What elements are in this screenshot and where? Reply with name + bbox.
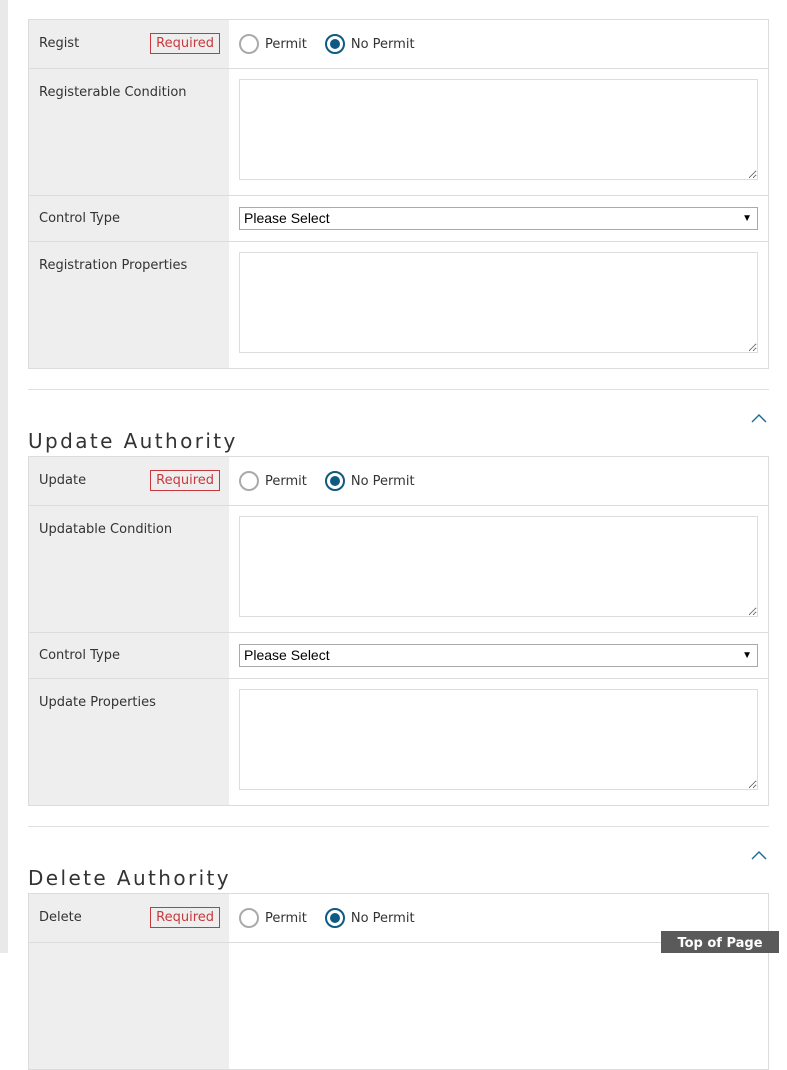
update-control-type-label-cell: Control Type (29, 633, 229, 678)
update-form-table: Update Required Permit No Permit Updatab… (28, 456, 769, 806)
radio-unchecked-icon (239, 908, 259, 928)
required-badge: Required (150, 33, 220, 54)
required-badge: Required (150, 907, 220, 928)
delete-authority-header[interactable]: Delete Authority (28, 827, 769, 893)
radio-label: No Permit (350, 36, 415, 52)
required-badge: Required (150, 470, 220, 491)
update-control-type-value-cell: Please Select ▼ (229, 633, 768, 678)
updatable-condition-label-cell: Updatable Condition (29, 506, 229, 632)
chevron-up-icon[interactable] (751, 412, 767, 424)
update-properties-value-cell (229, 679, 768, 805)
registerable-condition-label: Registerable Condition (39, 85, 187, 100)
select-value: Please Select (244, 647, 330, 663)
select-value: Please Select (244, 210, 330, 226)
registerable-condition-textarea[interactable] (239, 79, 758, 180)
radio-checked-icon (324, 908, 345, 928)
radio-unchecked-icon (239, 471, 259, 491)
radio-label: No Permit (350, 473, 415, 489)
control-type-label: Control Type (39, 211, 120, 226)
update-control-type-row: Control Type Please Select ▼ (29, 633, 768, 679)
regist-radio-group: Permit No Permit (229, 20, 768, 68)
updatable-condition-value-cell (229, 506, 768, 632)
update-row: Update Required Permit No Permit (29, 457, 768, 506)
regist-form-table: Regist Required Permit No Permit Registe… (28, 19, 769, 369)
delete-next-value-cell (229, 943, 768, 1069)
control-type-value-cell: Please Select ▼ (229, 196, 768, 241)
delete-form-table: Delete Required Permit No Permit (28, 893, 769, 1070)
regist-row: Regist Required Permit No Permit (29, 20, 768, 69)
update-control-type-label: Control Type (39, 648, 120, 663)
delete-no-permit-radio[interactable]: No Permit (324, 908, 415, 928)
update-authority-title: Update Authority (28, 428, 238, 453)
registration-properties-textarea[interactable] (239, 252, 758, 353)
delete-label-cell: Delete Required (29, 894, 229, 942)
radio-checked-icon (324, 34, 345, 54)
radio-label: Permit (265, 36, 307, 52)
update-authority-header[interactable]: Update Authority (28, 390, 769, 456)
delete-authority-title: Delete Authority (28, 865, 232, 890)
updatable-condition-textarea[interactable] (239, 516, 758, 617)
registerable-condition-value-cell (229, 69, 768, 195)
registerable-condition-label-cell: Registerable Condition (29, 69, 229, 195)
updatable-condition-row: Updatable Condition (29, 506, 768, 633)
delete-next-label-cell (29, 943, 229, 1069)
delete-row: Delete Required Permit No Permit (29, 894, 768, 943)
update-permit-radio[interactable]: Permit (239, 471, 307, 491)
registration-properties-value-cell (229, 242, 768, 368)
chevron-up-icon[interactable] (751, 849, 767, 861)
regist-no-permit-radio[interactable]: No Permit (324, 34, 415, 54)
update-control-type-select[interactable]: Please Select ▼ (239, 644, 758, 667)
update-label-cell: Update Required (29, 457, 229, 505)
registerable-condition-row: Registerable Condition (29, 69, 768, 196)
control-type-select[interactable]: Please Select ▼ (239, 207, 758, 230)
update-radio-group: Permit No Permit (229, 457, 768, 505)
regist-label-cell: Regist Required (29, 20, 229, 68)
update-properties-textarea[interactable] (239, 689, 758, 790)
dropdown-arrow-icon: ▼ (742, 213, 752, 224)
dropdown-arrow-icon: ▼ (742, 650, 752, 661)
registration-properties-label: Registration Properties (39, 258, 188, 273)
radio-label: Permit (265, 910, 307, 926)
left-sidebar-strip (0, 0, 8, 953)
radio-checked-icon (324, 471, 345, 491)
radio-unchecked-icon (239, 34, 259, 54)
update-no-permit-radio[interactable]: No Permit (324, 471, 415, 491)
control-type-label-cell: Control Type (29, 196, 229, 241)
regist-permit-radio[interactable]: Permit (239, 34, 307, 54)
update-properties-row: Update Properties (29, 679, 768, 806)
top-of-page-button[interactable]: Top of Page (661, 931, 779, 953)
control-type-row: Control Type Please Select ▼ (29, 196, 768, 242)
update-properties-label-cell: Update Properties (29, 679, 229, 805)
update-properties-label: Update Properties (39, 695, 156, 710)
authority-form: Regist Required Permit No Permit Registe… (28, 19, 769, 1070)
registration-properties-row: Registration Properties (29, 242, 768, 369)
registration-properties-label-cell: Registration Properties (29, 242, 229, 368)
delete-permit-radio[interactable]: Permit (239, 908, 307, 928)
updatable-condition-label: Updatable Condition (39, 522, 173, 537)
delete-next-row (29, 943, 768, 1070)
radio-label: Permit (265, 473, 307, 489)
radio-label: No Permit (350, 910, 415, 926)
